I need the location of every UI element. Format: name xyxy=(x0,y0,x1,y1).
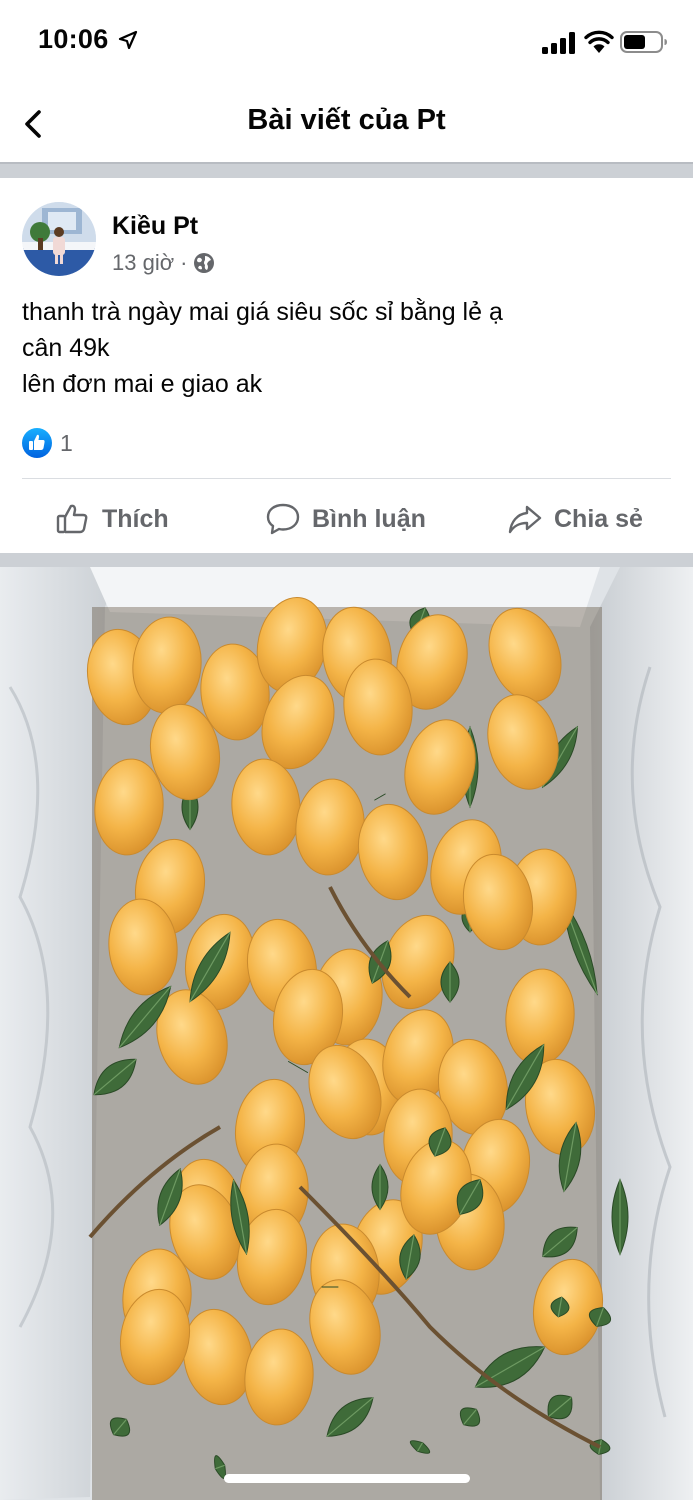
fruit-photo[interactable] xyxy=(0,567,693,1500)
post-text-line: thanh trà ngày mai giá siêu sốc sỉ bằng … xyxy=(22,298,503,326)
post-author-name[interactable]: Kiều Pt xyxy=(112,212,198,241)
share-button[interactable]: Chia sẻ xyxy=(506,500,643,538)
fruit-photo-image xyxy=(0,567,693,1500)
post-text-line: cân 49k xyxy=(22,334,110,362)
post-body: thanh trà ngày mai giá siêu sốc sỉ bằng … xyxy=(22,294,503,402)
status-bar: 10:06 xyxy=(0,0,693,84)
screen: 10:06 Bài viết của Pt Kiều Pt 13 giờ · t… xyxy=(0,0,693,1500)
post-timestamp[interactable]: 13 giờ xyxy=(112,250,174,276)
location-arrow-icon xyxy=(118,30,138,50)
section-divider xyxy=(0,162,693,178)
comment-icon xyxy=(266,503,300,535)
status-time: 10:06 xyxy=(38,24,109,54)
globe-icon xyxy=(194,253,215,273)
reaction-summary[interactable]: 1 xyxy=(22,428,73,458)
meta-separator: · xyxy=(180,250,188,275)
avatar[interactable] xyxy=(22,202,96,276)
post-meta: 13 giờ · xyxy=(112,250,215,276)
post-card: Kiều Pt 13 giờ · thanh trà ngày mai giá … xyxy=(0,178,693,553)
home-indicator[interactable] xyxy=(224,1474,470,1483)
wifi-icon xyxy=(584,30,614,53)
cellular-signal-icon xyxy=(542,32,575,54)
share-button-label: Chia sẻ xyxy=(554,504,643,533)
comment-button-label: Bình luận xyxy=(312,504,426,533)
thumbs-up-icon xyxy=(56,504,88,534)
reaction-count: 1 xyxy=(60,429,73,456)
post-action-bar: Thích Bình luận Chia sẻ xyxy=(0,494,693,544)
like-reaction-icon xyxy=(22,428,52,458)
page-title: Bài viết của Pt xyxy=(247,104,446,136)
battery-icon xyxy=(620,31,667,53)
post-divider xyxy=(22,478,671,479)
comment-button[interactable]: Bình luận xyxy=(264,500,426,538)
navigation-header: Bài viết của Pt xyxy=(0,84,693,162)
share-icon xyxy=(508,505,542,534)
like-button[interactable]: Thích xyxy=(54,500,169,538)
like-button-label: Thích xyxy=(102,504,169,533)
post-text-line: lên đơn mai e giao ak xyxy=(22,370,263,398)
section-divider xyxy=(0,553,693,567)
